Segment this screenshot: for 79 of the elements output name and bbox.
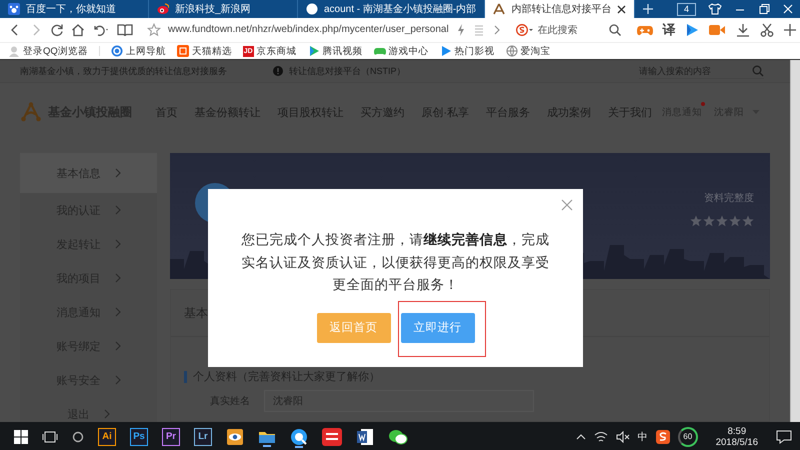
search-icon[interactable]: [608, 23, 622, 37]
notification-icon[interactable]: [776, 430, 792, 444]
address-field[interactable]: www.fundtown.net/nhzr/web/index.php/mycenter/user_personal: [168, 23, 449, 37]
home-icon[interactable]: [71, 23, 85, 37]
speaker-muted-icon[interactable]: [616, 431, 630, 443]
reload-icon[interactable]: [50, 23, 64, 37]
chevron-icon: [114, 239, 120, 249]
maximize-icon[interactable]: [758, 3, 770, 15]
clock-time[interactable]: 8:59: [728, 426, 746, 437]
shirt-icon[interactable]: [708, 3, 722, 15]
star-icon: [729, 215, 741, 227]
wifi-icon[interactable]: [594, 431, 608, 443]
chat-bubbles-icon[interactable]: [388, 428, 408, 446]
star-icon: [703, 215, 715, 227]
star-icon[interactable]: [147, 23, 161, 37]
play-icon[interactable]: [684, 23, 699, 37]
message-text: 您已完成个人投资者注册，请继续完善信息，完成: [242, 231, 550, 249]
gamepad-icon: [374, 45, 386, 57]
folder-icon[interactable]: [258, 429, 276, 445]
task-view-icon[interactable]: [42, 431, 58, 443]
globe-icon: [506, 45, 518, 57]
app-tile[interactable]: Ai: [98, 428, 116, 446]
close-icon[interactable]: [617, 4, 626, 14]
tab-count[interactable]: 4: [676, 2, 696, 16]
bookmark-link[interactable]: 上网导航: [110, 44, 166, 58]
plus-icon[interactable]: [782, 23, 797, 37]
info-icon: [273, 66, 283, 76]
video-camera-icon[interactable]: [708, 23, 726, 37]
chevron-icon[interactable]: [492, 23, 502, 37]
chevron-icon: [114, 341, 120, 351]
star-icon: [742, 215, 754, 227]
translate-button[interactable]: 译: [662, 21, 676, 39]
scrollbar[interactable]: [790, 60, 800, 422]
chevron-icon: [114, 375, 120, 385]
bookmark-link[interactable]: 腾讯视频: [308, 44, 363, 58]
chevron-icon: [104, 409, 110, 419]
app-tile[interactable]: Lr: [194, 428, 212, 446]
bookmark-link[interactable]: 爱淘宝: [506, 44, 551, 58]
undo-icon[interactable]: [92, 23, 110, 37]
windows-icon[interactable]: [14, 430, 28, 444]
eye-icon[interactable]: [226, 428, 244, 446]
bookmark-link[interactable]: 游戏中心: [374, 44, 429, 58]
search-field[interactable]: 在此搜索: [538, 24, 604, 36]
completeness-label: 资料完整度: [704, 192, 754, 205]
circle-icon[interactable]: [72, 431, 84, 443]
triangle-icon: [493, 3, 506, 15]
chevron-icon: [114, 273, 120, 283]
document-icon[interactable]: [356, 428, 374, 446]
chevron-up-icon[interactable]: [576, 433, 586, 441]
bookmark-link[interactable]: 天猫精选: [176, 44, 232, 58]
browser-tab[interactable]: 内部转让信息对接平台: [485, 0, 636, 18]
lightning-icon[interactable]: [456, 23, 466, 37]
app-tile[interactable]: Pr: [162, 428, 180, 446]
play-icon: [308, 45, 320, 57]
gamepad-icon[interactable]: [636, 23, 654, 37]
chevron-icon: [114, 307, 120, 317]
input-method-indicator[interactable]: 中: [638, 430, 648, 444]
app-icon[interactable]: [322, 428, 342, 446]
battery-ring[interactable]: 60: [678, 427, 698, 447]
message-text: 实名认证及资质认证，以便获得更高的权限及享受: [242, 254, 550, 272]
star-icon: [690, 215, 702, 227]
circle-icon: [306, 3, 318, 15]
bookmark-link[interactable]: 登录QQ浏览器: [8, 44, 88, 58]
sogou-icon[interactable]: [656, 430, 670, 444]
download-icon[interactable]: [734, 23, 751, 37]
scissors-icon[interactable]: [760, 23, 774, 37]
search-engine-icon[interactable]: [516, 24, 534, 36]
chevron-icon: [114, 168, 120, 178]
bookmark-link[interactable]: 热门影视: [440, 44, 495, 58]
star-icon: [716, 215, 728, 227]
book-icon[interactable]: [117, 23, 133, 37]
play-icon: [440, 45, 452, 57]
paw-icon: [8, 3, 20, 15]
eye-icon: [157, 3, 169, 15]
clock-date[interactable]: 2018/5/16: [716, 437, 758, 448]
person-icon: [8, 45, 20, 57]
browser-icon[interactable]: [290, 428, 308, 446]
chevron-icon: [114, 205, 120, 215]
app-tile[interactable]: Ps: [130, 428, 148, 446]
